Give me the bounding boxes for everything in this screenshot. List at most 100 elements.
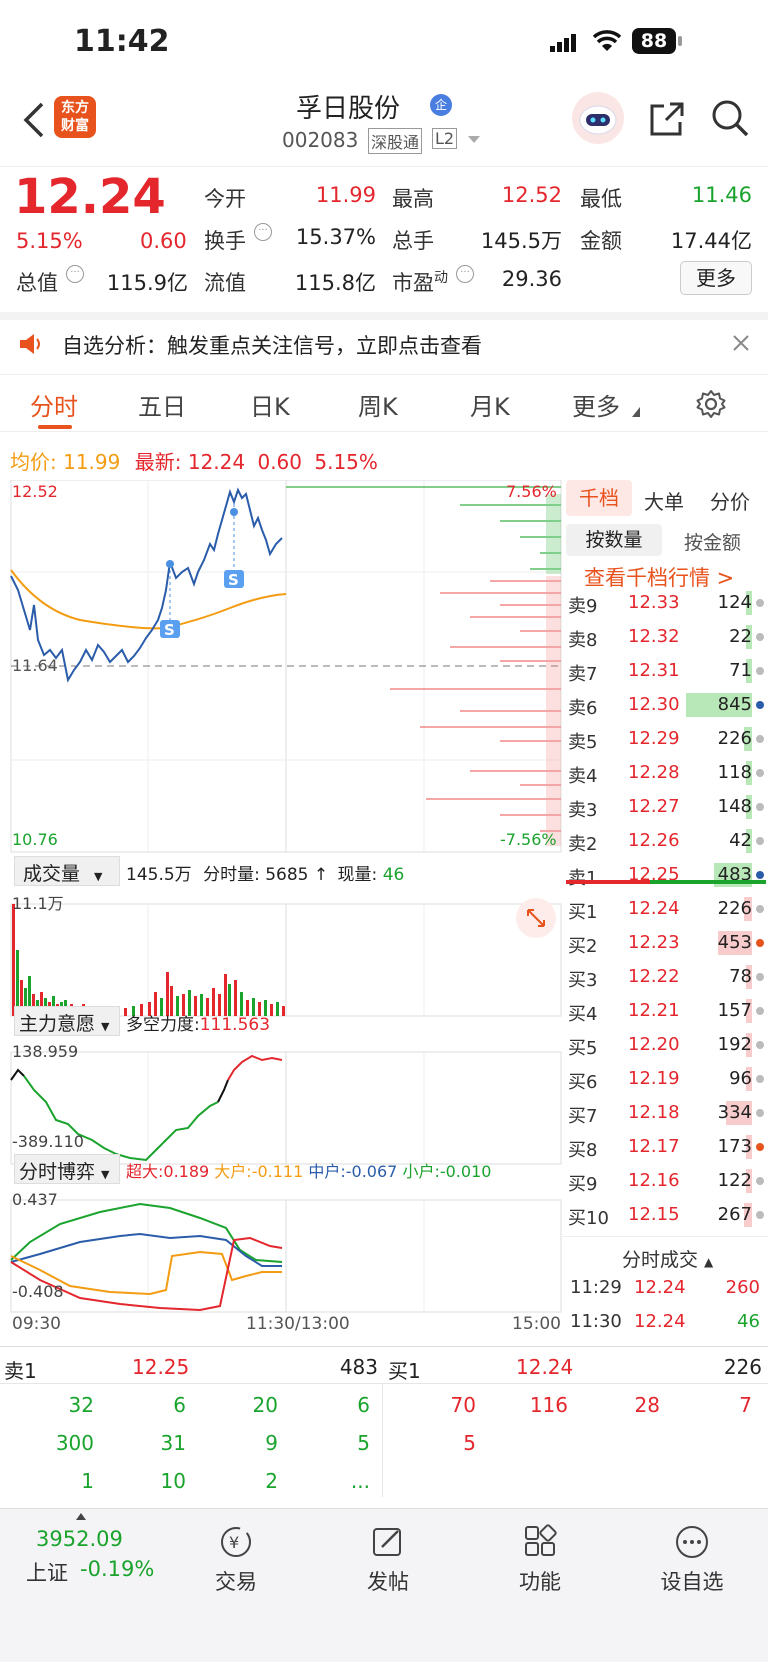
notice-bar[interactable]: 自选分析：触发重点关注信号，立即点击查看 [0,312,768,370]
ask-marker-dot [756,599,764,607]
nav-trade[interactable]: ¥ 交易 [176,1523,296,1596]
bid-row[interactable]: 买5 12.20 192 [562,1028,768,1062]
bid-level-label: 买2 [568,936,598,957]
search-icon[interactable] [710,98,750,142]
ask-row[interactable]: 卖9 12.33 124 [562,586,768,620]
ask-row[interactable]: 卖5 12.29 226 [562,722,768,756]
bid-row[interactable]: 买10 12.15 267 [562,1198,768,1232]
bid-level-label: 买1 [568,902,598,923]
time-start: 09:30 [12,1314,61,1334]
indicator1-top: 138.959 [12,1042,79,1061]
bid-marker-dot [756,1177,764,1185]
ask-marker-dot [756,735,764,743]
bid-row[interactable]: 买7 12.18 334 [562,1096,768,1130]
back-icon[interactable] [22,102,46,142]
info-icon[interactable]: ··· [254,223,272,241]
ask-row[interactable]: 卖4 12.28 118 [562,756,768,790]
nav-post[interactable]: 发帖 [328,1523,448,1596]
bid-volume: 173 [717,1136,752,1157]
trade-price: 12.24 [634,1311,686,1332]
queue-ask-cell: 5 [357,1431,370,1455]
ask-volume: 42 [729,830,752,851]
ask-price: 12.31 [628,660,680,681]
bid-marker-dot [756,1143,764,1151]
info-icon[interactable]: ··· [456,265,474,283]
nav-add-watchlist[interactable]: 设自选 [632,1523,752,1596]
indicator2-info: 超大:0.189 大户:-0.111 中户:-0.067 小户:-0.010 [126,1162,492,1181]
robot-avatar-icon[interactable] [572,92,624,144]
volume-selector[interactable]: 成交量 ▼ [14,856,120,886]
bid-price: 12.15 [628,1204,680,1225]
queue-ask-cell: 32 [68,1393,94,1417]
bid-price: 12.18 [628,1102,680,1123]
tag-l2: L2 [432,128,458,149]
tab-five-day[interactable]: 五日 [138,387,186,422]
trade-time: 11:30 [570,1311,622,1332]
time-end: 15:00 [512,1314,561,1334]
bid-marker-dot [756,1211,764,1219]
ask-row[interactable]: 卖3 12.27 148 [562,790,768,824]
price-top-label: 12.52 [12,482,58,501]
gear-icon[interactable] [696,389,726,423]
ask-row[interactable]: 卖1 12.25 483 [562,858,768,892]
tab-more[interactable]: 更多 [572,387,620,422]
chevron-up-icon [76,1513,86,1520]
bid-level-label: 买8 [568,1140,598,1161]
ask-row[interactable]: 卖6 12.30 845 [562,688,768,722]
close-icon[interactable] [732,334,750,356]
bid-row[interactable]: 买2 12.23 453 [562,926,768,960]
trade-volume: 46 [737,1311,760,1332]
bid-row[interactable]: 买3 12.22 78 [562,960,768,994]
time-mid: 11:30/13:00 [246,1314,350,1334]
trade-price: 12.24 [634,1277,686,1298]
queue-ask-cell: 2 [265,1469,278,1493]
bid-price: 12.19 [628,1068,680,1089]
ask-marker-dot [756,769,764,777]
queue-ask-cell: 20 [252,1393,278,1417]
index-ticker[interactable]: 3952.09 上证 -0.19% [20,1513,180,1613]
bid-row[interactable]: 买1 12.24 226 [562,892,768,926]
dropdown-icon [632,407,640,417]
bid-price: 12.17 [628,1136,680,1157]
tab-day-k[interactable]: 日K [250,387,290,422]
indicator2-bottom: -0.408 [12,1282,64,1301]
bid-marker-dot [756,939,764,947]
bid-marker-dot [756,1075,764,1083]
trades-title[interactable]: 分时成交 ▲ [622,1245,713,1272]
floatcap-label: 流值 [204,271,246,295]
bid-row[interactable]: 买6 12.19 96 [562,1062,768,1096]
timeshare-chart[interactable]: S S [0,480,562,1350]
ask-row[interactable]: 卖2 12.26 42 [562,824,768,858]
bid-marker-dot [756,1041,764,1049]
more-button[interactable]: 更多 [680,261,752,295]
queue-bid-cell: 7 [739,1393,752,1417]
ask-row[interactable]: 卖8 12.32 22 [562,620,768,654]
wifi-icon [592,30,622,56]
tab-month-k[interactable]: 月K [470,387,510,422]
stock-code: 002083 [282,128,359,152]
bid-price: 12.16 [628,1170,680,1191]
bid-row[interactable]: 买4 12.21 157 [562,994,768,1028]
ask-price: 12.32 [628,626,680,647]
share-icon[interactable] [648,100,686,142]
pct-top-label: 7.56% [506,482,557,501]
bid-row[interactable]: 买9 12.16 122 [562,1164,768,1198]
ask-level-label: 卖1 [568,868,598,889]
info-icon[interactable]: ··· [66,265,84,283]
ask-marker-dot [756,667,764,675]
dropdown-icon[interactable] [468,136,480,143]
tab-timeshare[interactable]: 分时 [30,387,78,422]
expand-icon[interactable] [516,898,556,938]
queue-ask-label: 卖1 [4,1359,37,1383]
bid-row[interactable]: 买8 12.17 173 [562,1130,768,1164]
indicator1-selector[interactable]: 主力意愿 ▼ [14,1006,120,1036]
tab-week-k[interactable]: 周K [358,387,398,422]
price-mid-label: 11.64 [12,656,58,675]
stock-header: 东方 财富 孚日股份 企 002083 深股通 L2 [0,86,768,166]
nav-functions[interactable]: 功能 [480,1523,600,1596]
indicator2-selector[interactable]: 分时博弈 ▼ [14,1154,120,1184]
bid-price: 12.21 [628,1000,680,1021]
bid-volume: 192 [717,1034,752,1055]
app-logo[interactable]: 东方 财富 [54,96,96,138]
ask-row[interactable]: 卖7 12.31 71 [562,654,768,688]
